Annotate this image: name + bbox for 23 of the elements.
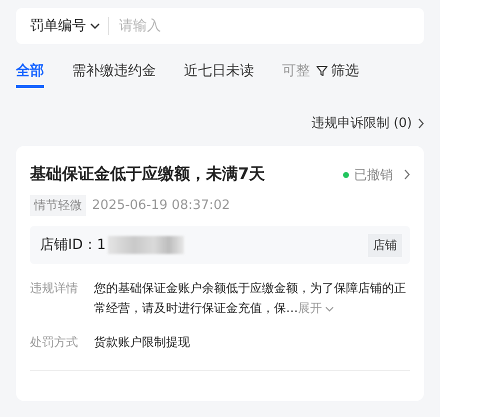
- card-title: 基础保证金低于应缴额，未满7天: [30, 164, 266, 185]
- chevron-down-icon: [90, 23, 100, 29]
- timestamp: 2025-06-19 08:37:02: [92, 198, 230, 213]
- field-selector[interactable]: 罚单编号: [30, 17, 100, 35]
- chevron-down-icon: [325, 306, 334, 312]
- funnel-icon: [316, 65, 328, 77]
- detail-text: 您的基础保证金账户余额低于应缴金额，为了保障店铺的正常经营，请及时进行保证金充值，保…展开: [94, 278, 410, 318]
- severity-tag: 情节轻微: [30, 195, 86, 216]
- chevron-right-icon: [404, 169, 410, 180]
- filter-button[interactable]: 筛选: [316, 62, 359, 88]
- status-text: 已撤销: [354, 166, 393, 184]
- tab[interactable]: 需补缴违约金: [72, 62, 156, 88]
- appeal-link[interactable]: 违规申诉限制 (0): [311, 114, 424, 132]
- tab[interactable]: 近七日未读: [184, 62, 254, 88]
- store-tag: 店铺: [368, 234, 402, 256]
- search-field[interactable]: 罚单编号 请输入: [16, 8, 424, 44]
- detail-label: 违规详情: [30, 280, 78, 297]
- detail-text: 货款账户限制提现: [94, 334, 190, 351]
- chevron-right-icon: [418, 118, 424, 128]
- store-id: 店铺ID：1: [40, 236, 106, 254]
- violation-card[interactable]: 基础保证金低于应缴额，未满7天 已撤销 情节轻微 2025-06-19 08:37:02 店铺ID：1 店铺 违规详情 您的基础保证金账户余额低于应缴金额，为了保障店铺的正常经营，请及时进行保证金充值，保…展开 处罚方式 货款账户限制提现: [16, 146, 424, 401]
- detail-label: 处罚方式: [30, 334, 78, 351]
- tab[interactable]: 全部: [16, 62, 44, 88]
